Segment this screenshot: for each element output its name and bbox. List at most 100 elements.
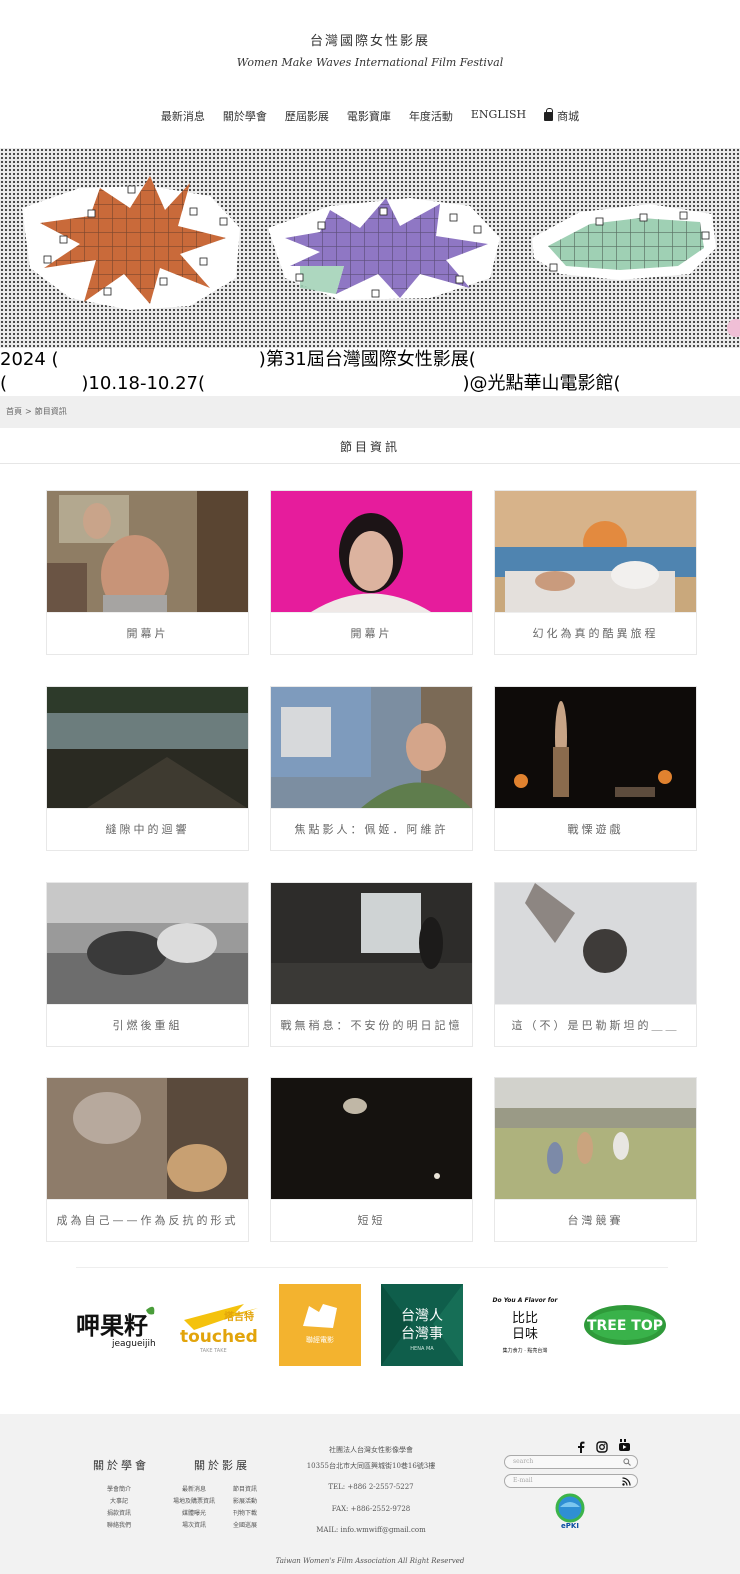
footer-link[interactable]: 學會簡介 [107,1484,131,1493]
svg-text:塔吉特: 塔吉特 [224,1310,254,1323]
program-card-label: 縫隙中的迴響 [47,808,248,850]
program-card-palestine[interactable]: 這（不）是巴勒斯坦的＿＿ [494,882,697,1047]
program-thumbnail [271,883,472,1004]
footer-org-name: 社團法人台灣女性影像學會 [329,1446,413,1454]
footer-search-placeholder: search [513,1458,534,1465]
program-card-label: 焦點影人：佩姬．阿維許 [271,808,472,850]
banner-text-line2: ( )10.18-10.27( )@光點華山電影館( [0,372,740,396]
program-card-thriller-games[interactable]: 戰慄遊戲 [494,686,697,851]
program-card-echoes[interactable]: 縫隙中的迴響 [46,686,249,851]
program-thumbnail [495,687,696,808]
sponsor-taiwan-stories[interactable]: 台灣人 台灣事 HENA MA [381,1284,463,1366]
svg-text:touched: touched [180,1327,258,1347]
treetop-logo: TREE TOP [584,1305,666,1345]
program-thumbnail [271,491,472,612]
svg-text:Do You A Flavor for: Do You A Flavor for [493,1297,559,1304]
svg-text:TAKE TAKE: TAKE TAKE [199,1348,227,1354]
site-title[interactable]: 台灣國際女性影展 [0,30,740,49]
breadcrumb-home[interactable]: 首頁 [6,407,22,416]
program-card-shorts[interactable]: 短短 [270,1077,473,1242]
epki-badge[interactable]: ePKI [554,1493,586,1535]
program-card-focus-peggy[interactable]: 焦點影人：佩姬．阿維許 [270,686,473,851]
instagram-icon[interactable] [596,1438,608,1453]
program-card-label: 短短 [271,1199,472,1241]
sponsor-touched[interactable]: 塔吉特 touched TAKE TAKE [174,1284,264,1366]
program-card-no-rest[interactable]: 戰無稍息：不安份的明日記憶 [270,882,473,1047]
footer-mail[interactable]: MAIL: info.wmwiff@gmail.com [280,1526,462,1534]
footer-link[interactable]: 最新消息 [182,1484,206,1493]
program-thumbnail [495,883,696,1004]
footer-link[interactable]: 影展活動 [233,1496,257,1505]
shopping-bag-icon [544,107,554,121]
sponsor-spot[interactable]: 聯經電影 [279,1284,361,1366]
sponsor-divider [76,1267,668,1268]
nav-about[interactable]: 關於學會 [223,108,267,124]
footer-link[interactable]: 場次資訊 [182,1520,206,1529]
nav-annual-events[interactable]: 年度活動 [409,108,453,124]
program-card-label: 幻化為真的酷異旅程 [495,612,696,654]
program-card-label: 戰慄遊戲 [495,808,696,850]
program-thumbnail [47,491,248,612]
svg-text:比比: 比比 [512,1311,538,1326]
program-card-ignite-rebuild[interactable]: 引燃後重組 [46,882,249,1047]
program-thumbnail [271,1078,472,1199]
footer-address: 10355台北市大同區興城街10巷16號3樓 [306,1462,436,1470]
sponsor-treetop[interactable]: TREE TOP [582,1284,668,1366]
program-card-becoming-self[interactable]: 成為自己——作為反抗的形式 [46,1077,249,1242]
sponsor-jeagueijih[interactable]: 呷果籽 jeagueijih [72,1284,162,1366]
footer-festival-title: 關於影展 [194,1459,250,1472]
program-thumbnail [47,883,248,1004]
footer-copyright: Taiwan Women's Film Association All Righ… [275,1557,465,1565]
program-thumbnail [271,687,472,808]
svg-text:jeagueijih: jeagueijih [111,1339,156,1349]
facebook-icon[interactable] [576,1438,586,1453]
svg-text:ePKI: ePKI [561,1522,579,1530]
program-card-label: 戰無稍息：不安份的明日記憶 [271,1004,472,1046]
program-card-label: 成為自己——作為反抗的形式 [47,1199,248,1241]
program-card-label: 開幕片 [271,612,472,654]
page-title: 節目資訊 [0,428,740,464]
nav-shop[interactable]: 商城 [544,107,580,124]
youtube-icon[interactable] [618,1437,631,1451]
spot-logo: 聯經電影 [279,1284,361,1366]
svg-text:台灣事: 台灣事 [401,1326,443,1342]
nav-film-archive[interactable]: 電影寶庫 [347,108,391,124]
footer-link[interactable]: 刊物下載 [233,1508,257,1517]
breadcrumb: 首頁 > 節目資訊 [0,396,740,428]
svg-text:集力食力 · 點亮台灣: 集力食力 · 點亮台灣 [503,1347,548,1354]
nav-shop-label: 商城 [557,110,580,123]
footer-email-input[interactable]: E-mail [504,1474,638,1488]
rss-icon[interactable] [622,1477,631,1486]
program-card-taiwan-competition[interactable]: 台灣競賽 [494,1077,697,1242]
svg-text:聯經電影: 聯經電影 [306,1335,334,1344]
svg-text:呷果籽: 呷果籽 [76,1312,148,1340]
svg-text:台灣人: 台灣人 [401,1308,443,1324]
footer-link[interactable]: 大事記 [110,1496,128,1505]
sponsor-flavor[interactable]: Do You A Flavor for 比比 日味 集力食力 · 點亮台灣 [484,1284,566,1366]
program-thumbnail [47,1078,248,1199]
footer-link[interactable]: 聯絡我們 [107,1520,131,1529]
footer-link[interactable]: 場地及購票資訊 [173,1496,215,1505]
nav-past-festivals[interactable]: 歷屆影展 [285,108,329,124]
svg-text:HENA MA: HENA MA [410,1346,434,1352]
footer-tel: TEL: +886 2-2557-5227 [328,1483,414,1491]
program-card-label: 台灣競賽 [495,1199,696,1241]
breadcrumb-separator: > [25,407,32,416]
footer-link[interactable]: 全國巡展 [233,1520,257,1529]
footer-search-input[interactable]: search [504,1455,638,1469]
program-card-label: 這（不）是巴勒斯坦的＿＿ [495,1004,696,1046]
footer-link[interactable]: 捐款資訊 [107,1508,131,1517]
program-card-queer-journey[interactable]: 幻化為真的酷異旅程 [494,490,697,655]
jeagueijih-logo: 呷果籽 jeagueijih [76,1306,156,1349]
svg-text:日味: 日味 [512,1327,538,1342]
footer-about-title: 關於學會 [93,1459,149,1472]
footer-link[interactable]: 媒體曝光 [182,1508,206,1517]
program-card-opening-2[interactable]: 開幕片 [270,490,473,655]
nav-news[interactable]: 最新消息 [161,108,205,124]
nav-english[interactable]: ENGLISH [471,108,526,124]
footer-link[interactable]: 節目資訊 [233,1484,257,1493]
flavor-logo: Do You A Flavor for 比比 日味 集力食力 · 點亮台灣 [493,1297,559,1354]
program-card-opening-1[interactable]: 開幕片 [46,490,249,655]
program-thumbnail [495,491,696,612]
search-icon[interactable] [623,1458,631,1466]
